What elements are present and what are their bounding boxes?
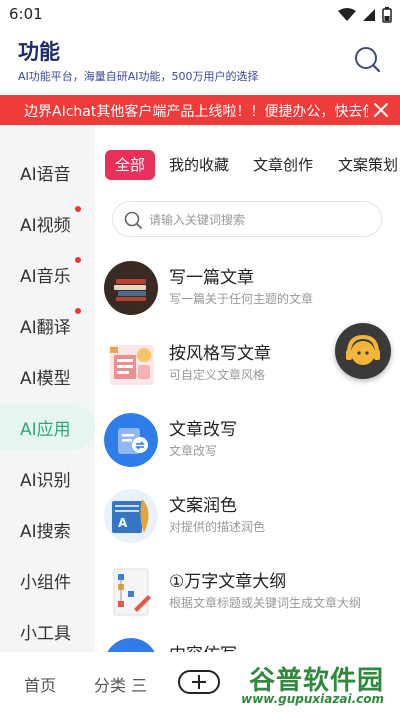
new-dot [75, 257, 81, 263]
item-title: 文章改写 [169, 420, 237, 440]
tab-article-writing[interactable]: 文章创作 [253, 150, 313, 180]
search-icon[interactable] [352, 44, 382, 74]
item-desc: 对提供的描述润色 [169, 520, 266, 534]
sidebar-item-label: AI应用 [20, 420, 71, 440]
new-dot [75, 308, 81, 314]
wifi-icon [338, 8, 356, 21]
search-bar[interactable] [112, 201, 382, 237]
sidebar-item-voice[interactable]: AI语音 [0, 149, 95, 195]
sidebar-item-label: 小工具 [20, 624, 71, 644]
nav-category[interactable]: 分类 三 [94, 672, 147, 696]
list-item[interactable]: 文章改写 文章改写 [104, 413, 400, 489]
watermark: 谷普软件园 www.gupuxiazai.com [204, 660, 394, 708]
list-item[interactable]: ①万字文章大纲 根据文章标题或关键词生成文章大纲 [104, 565, 400, 641]
tab-all[interactable]: 全部 [105, 150, 156, 180]
sidebar-item-video[interactable]: AI视频 [0, 200, 95, 246]
category-sidebar: AI语音 AI视频 AI音乐 AI翻译 AI模型 AI应用 AI识别 AI搜索 … [0, 125, 95, 652]
item-desc: 根据文章标题或关键词生成文章大纲 [169, 596, 362, 610]
sidebar-item-label: AI音乐 [20, 267, 71, 287]
tab-copywriting[interactable]: 文案策划 [338, 150, 398, 180]
category-tabs: 全部 我的收藏 文章创作 文案策划 [103, 146, 400, 182]
announcement-banner[interactable]: 边界AIchat其他客户端产品上线啦！！便捷办公，快去使用~ [0, 95, 400, 125]
sidebar-item-translate[interactable]: AI翻译 [0, 302, 95, 348]
item-desc: 文章改写 [169, 444, 218, 458]
system-icons [338, 7, 392, 23]
item-desc: 写一篇关于任何主题的文章 [169, 292, 314, 306]
sidebar-item-search[interactable]: AI搜索 [0, 506, 95, 552]
item-title: 文案润色 [169, 496, 237, 516]
headset-icon [346, 334, 380, 365]
sidebar-item-music[interactable]: AI音乐 [0, 251, 95, 297]
battery-icon [382, 7, 392, 23]
sidebar-item-tools[interactable]: 小工具 [0, 608, 95, 652]
polish-icon: A [104, 489, 158, 543]
sidebar-item-model[interactable]: AI模型 [0, 353, 95, 399]
sidebar-item-label: AI视频 [20, 216, 71, 236]
svg-text:A: A [118, 516, 128, 530]
list-item[interactable]: A 文案润色 对提供的描述润色 [104, 489, 400, 565]
outline-icon [104, 565, 158, 619]
banner-text: 边界AIchat其他客户端产品上线啦！！便捷办公，快去使用~ [24, 104, 368, 120]
item-title: 写一篇文章 [169, 268, 254, 288]
style-writing-icon [104, 337, 158, 391]
page-title: 功能 [18, 40, 60, 64]
item-title: 按风格写文章 [169, 344, 271, 364]
page-header: 功能 AI功能平台，海量自研AI功能，500万用户的选择 [0, 30, 400, 94]
bottom-nav: 首页 分类 三 谷普软件园 www.gupuxiazai.com [0, 652, 400, 712]
sidebar-item-label: AI模型 [20, 369, 71, 389]
search-icon [124, 211, 142, 229]
tab-favorites[interactable]: 我的收藏 [169, 150, 229, 180]
page-subtitle: AI功能平台，海量自研AI功能，500万用户的选择 [18, 70, 259, 83]
sidebar-item-apps[interactable]: AI应用 [0, 404, 95, 450]
search-input[interactable] [149, 210, 369, 230]
sidebar-item-label: AI搜索 [20, 522, 71, 542]
article-writing-icon [104, 261, 158, 315]
nav-home[interactable]: 首页 [24, 672, 56, 696]
watermark-url: www.gupuxiazai.com [241, 692, 384, 706]
sidebar-item-label: AI识别 [20, 471, 71, 491]
close-icon[interactable] [372, 101, 390, 119]
sidebar-item-label: 小组件 [20, 573, 71, 593]
new-dot [75, 206, 81, 212]
item-title: ①万字文章大纲 [169, 572, 287, 592]
status-bar: 6:01 [0, 0, 400, 30]
customer-service-button[interactable] [335, 323, 391, 379]
sidebar-item-widgets[interactable]: 小组件 [0, 557, 95, 603]
status-time: 6:01 [9, 5, 43, 23]
sidebar-item-recognition[interactable]: AI识别 [0, 455, 95, 501]
sidebar-item-label: AI语音 [20, 165, 71, 185]
rewrite-icon [104, 413, 158, 467]
sidebar-item-label: AI翻译 [20, 318, 71, 338]
item-desc: 可自定义文章风格 [169, 368, 266, 382]
signal-icon [363, 9, 375, 21]
